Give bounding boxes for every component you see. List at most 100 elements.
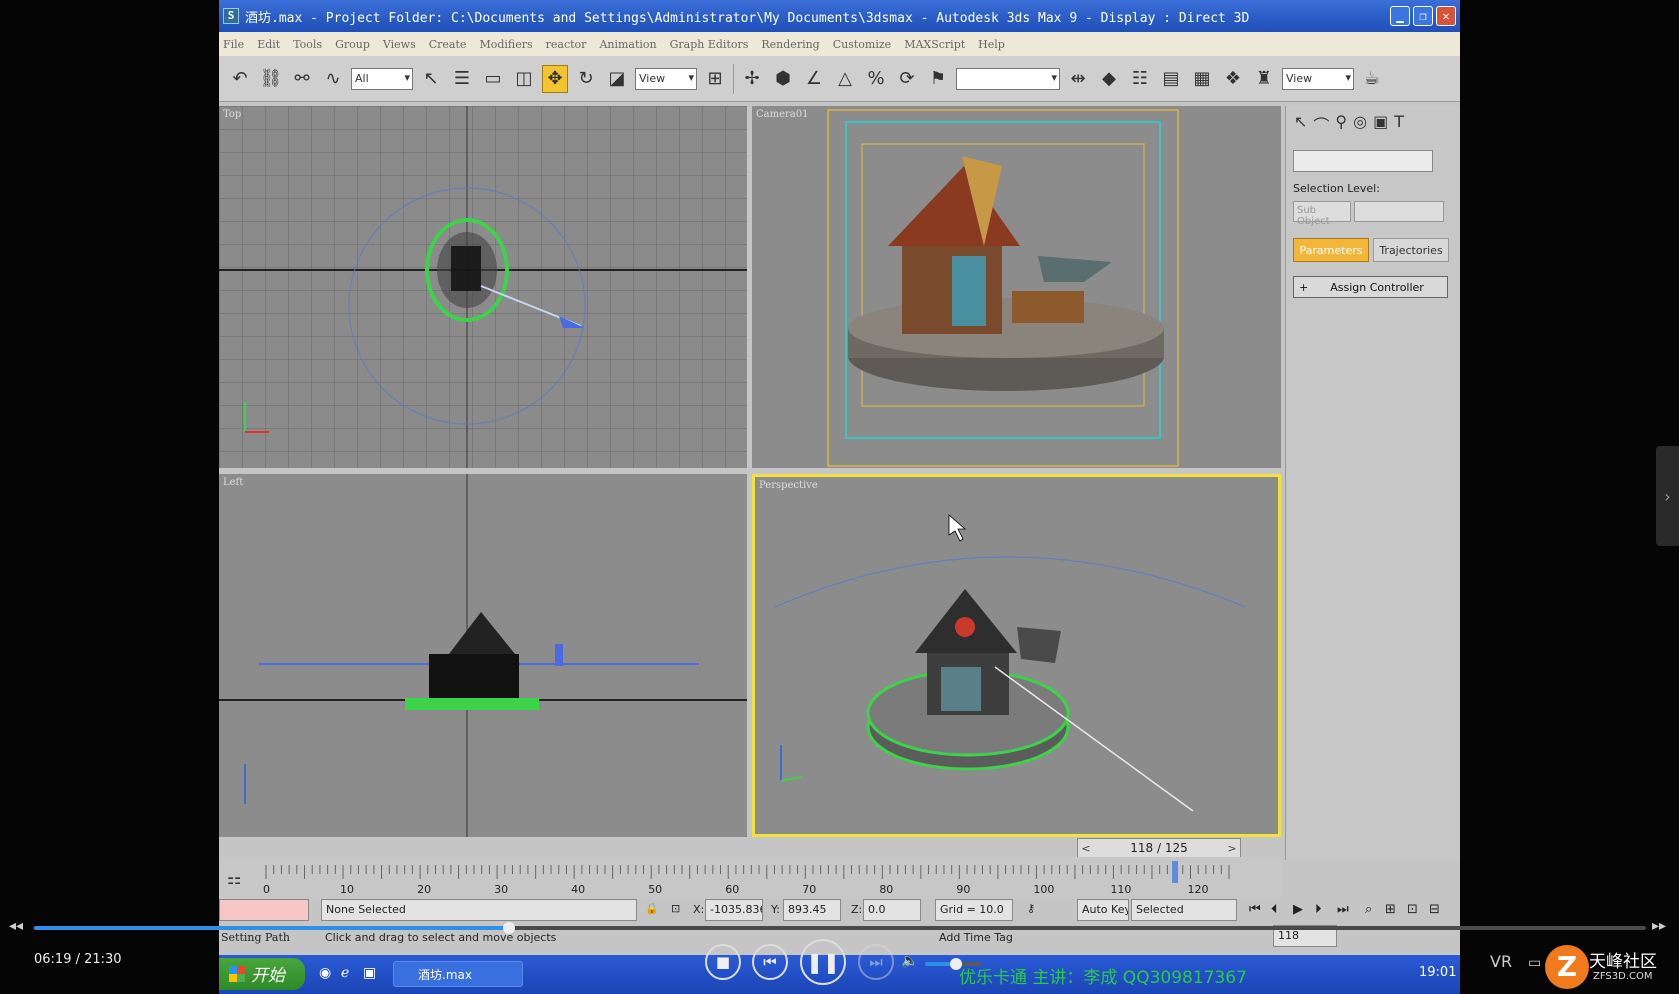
volume-knob[interactable] [949,958,962,970]
seek-back-icon[interactable]: ◂◂ [9,918,23,934]
time-slider[interactable]: < 118 / 125 > [1077,838,1241,858]
viewport-top[interactable]: Top [219,106,747,468]
auto-key-button[interactable]: Auto Key [1077,899,1129,921]
quicklaunch-icon[interactable]: ◉ [319,965,331,981]
restore-icon[interactable]: ❐ [1413,6,1433,26]
sub-object-button[interactable]: Sub Object [1293,201,1351,227]
menu-animation[interactable]: Animation [599,38,656,51]
menu-tools[interactable]: Tools [293,38,322,51]
play-animation-icon[interactable]: ▶ [1293,902,1303,917]
undo-icon[interactable]: ↶ [227,65,253,93]
x-coordinate-field[interactable]: -1035.836 [705,899,763,921]
prev-key-icon[interactable]: ⏴ [1271,902,1278,917]
next-key-icon[interactable]: ⏵ [1315,902,1322,917]
zoom-extents-all-icon[interactable]: ⊟ [1429,902,1440,917]
schematic-view-icon[interactable]: ▦ [1189,65,1215,93]
menu-reactor[interactable]: reactor [546,38,587,51]
create-tab-icon[interactable]: ↖ [1294,112,1307,136]
quick-render-icon[interactable]: ☕ [1359,65,1385,93]
trajectories-button[interactable]: Trajectories [1373,238,1449,262]
layer-manager-icon[interactable]: ☷ [1127,65,1153,93]
start-button[interactable]: 开始 [219,958,305,990]
angle-snap-icon[interactable]: ∠ [801,65,827,93]
named-selection-set-dropdown[interactable] [956,67,1060,90]
select-manipulate-icon[interactable]: ✢ [739,65,765,93]
zoom-extents-icon[interactable]: ⊡ [1407,902,1418,917]
lock-icon[interactable]: 🔒 [645,902,659,915]
percent-snap-icon[interactable]: △ [832,65,858,93]
menu-group[interactable]: Group [335,38,370,51]
viewport-label-left[interactable]: Left [223,477,243,488]
current-frame-marker[interactable] [1172,861,1179,883]
assign-controller-rollout[interactable]: + Assign Controller [1293,276,1448,298]
snap-toggle-icon[interactable]: ⬢ [770,65,796,93]
parameters-button[interactable]: Parameters [1293,238,1369,262]
select-and-rotate-icon[interactable]: ↻ [573,65,599,93]
desktop-icon[interactable]: ▣ [363,965,376,981]
select-and-link-icon[interactable]: ⛓ [258,65,284,93]
viewport-left[interactable]: Left [219,474,747,837]
named-selection-icon[interactable]: ⚑ [925,65,951,93]
zoom-all-icon[interactable]: ⊞ [1385,902,1396,917]
maxscript-listener-field[interactable] [219,899,309,921]
render-scene-icon[interactable]: ♜ [1251,65,1277,93]
pivot-center-icon[interactable]: ⊞ [702,65,728,93]
display-tab-icon[interactable]: ▣ [1373,112,1388,136]
vr-button[interactable]: VR [1490,952,1512,971]
volume-icon[interactable]: 🔈 [901,953,918,969]
progress-knob[interactable] [502,922,515,934]
absolute-mode-icon[interactable]: ⊡ [671,902,680,915]
utilities-tab-icon[interactable]: T [1394,112,1404,136]
modify-tab-icon[interactable]: ⌒ [1313,112,1329,136]
select-by-name-icon[interactable]: ☰ [449,65,475,93]
goto-end-icon[interactable]: ⏭ [1337,902,1349,917]
motion-tab-icon[interactable]: ◎ [1353,112,1367,136]
unlink-icon[interactable]: ⚯ [289,65,315,93]
object-name-field[interactable] [1293,150,1433,172]
ie-icon[interactable]: ℯ [341,965,349,981]
close-icon[interactable]: ✕ [1436,6,1456,26]
edit-named-selection-icon[interactable]: ⟳ [894,65,920,93]
key-icon[interactable]: ⚷ [1027,902,1035,915]
taskbar-item-3dsmax[interactable]: 酒坊.max [393,961,523,987]
menu-graph-editors[interactable]: Graph Editors [670,38,749,51]
viewport-label-camera[interactable]: Camera01 [756,109,808,120]
menu-modifiers[interactable]: Modifiers [479,38,532,51]
render-type-dropdown[interactable]: View [1282,67,1354,90]
goto-start-icon[interactable]: ⏮ [1249,902,1261,917]
select-object-icon[interactable]: ↖ [418,65,444,93]
seek-forward-icon[interactable]: ▸▸ [1652,918,1666,934]
volume-slider[interactable] [925,958,981,970]
select-and-scale-icon[interactable]: ◪ [604,65,630,93]
viewport-label-top[interactable]: Top [223,109,241,120]
prev-frame-icon[interactable]: < [1078,842,1094,855]
menu-maxscript[interactable]: MAXScript [904,38,965,51]
progress-bar[interactable] [34,922,1646,934]
bind-space-warp-icon[interactable]: ∿ [320,65,346,93]
z-coordinate-field[interactable]: 0.0 [863,899,921,921]
zoom-icon[interactable]: ⌕ [1365,902,1372,917]
hierarchy-tab-icon[interactable]: ⚲ [1335,112,1347,136]
stop-button[interactable]: ■ [705,944,741,980]
rect-selection-icon[interactable]: ▭ [480,65,506,93]
menu-rendering[interactable]: Rendering [761,38,819,51]
material-editor-icon[interactable]: ❖ [1220,65,1246,93]
curve-editor-icon[interactable]: ▤ [1158,65,1184,93]
next-button[interactable]: ⏭ [858,944,894,980]
menu-customize[interactable]: Customize [833,38,891,51]
key-filter-dropdown[interactable]: Selected [1131,899,1237,921]
mirror-icon[interactable]: ⇹ [1065,65,1091,93]
minimize-icon[interactable]: ▁ [1390,6,1410,26]
select-and-move-icon[interactable]: ✥ [542,64,568,93]
align-icon[interactable]: ◆ [1096,65,1122,93]
viewport-perspective[interactable]: Perspective [752,474,1281,837]
side-panel-toggle[interactable]: › [1656,446,1679,546]
viewport-camera[interactable]: Camera01 [752,106,1281,468]
add-time-tag[interactable]: Add Time Tag [939,931,1013,944]
menu-file[interactable]: File [223,38,244,51]
ref-coord-dropdown[interactable]: View [635,67,697,90]
screen-mode-icon[interactable]: ▭ [1528,955,1541,971]
spinner-snap-icon[interactable]: % [863,65,889,93]
track-bar[interactable]: ⚏ 0 10 20 30 40 50 60 70 80 90 100 110 120 [219,857,1281,899]
previous-button[interactable]: ⏮ [752,944,788,980]
